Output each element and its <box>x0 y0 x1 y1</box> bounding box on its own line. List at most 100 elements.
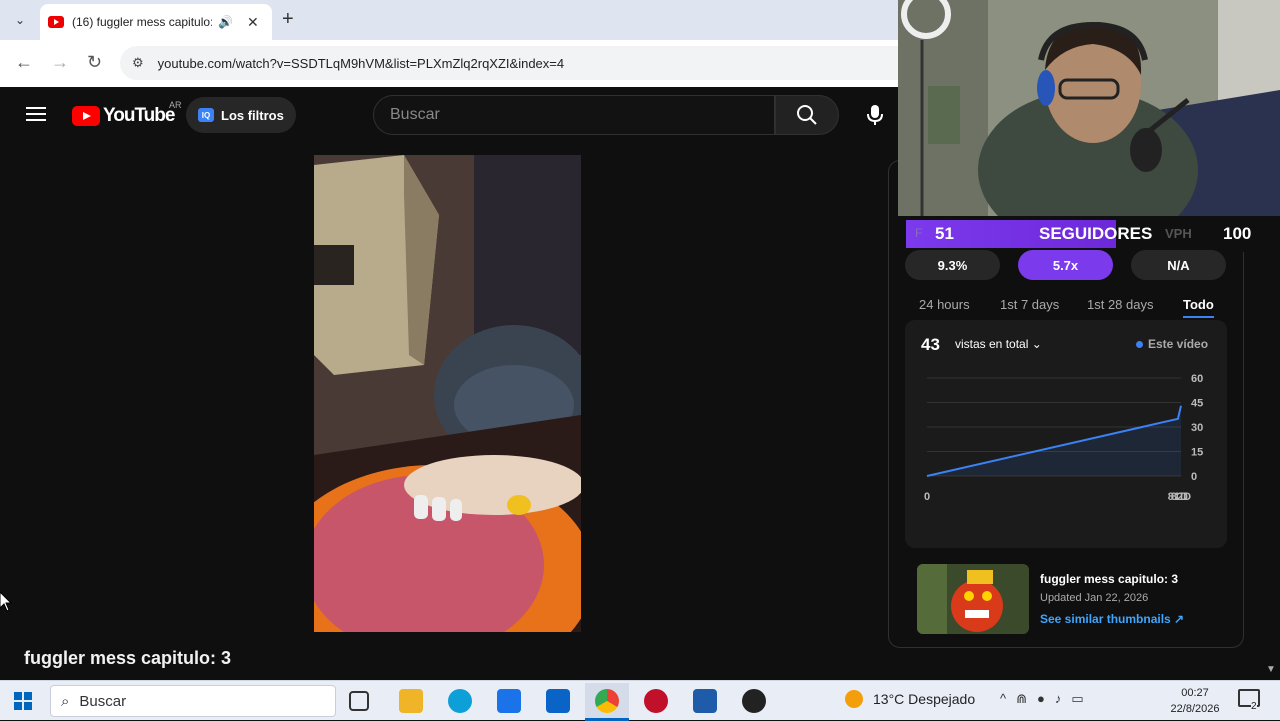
series-area <box>927 406 1181 476</box>
y-tick-label: 60 <box>1191 373 1203 385</box>
menu-icon[interactable] <box>26 107 46 121</box>
views-dropdown[interactable]: vistas en total ⌄ <box>955 337 1042 351</box>
taskbar-search-label: Buscar <box>79 693 126 710</box>
reload-icon[interactable]: ↻ <box>87 52 102 73</box>
views-chart-card: 43 vistas en total ⌄ Este vídeo 60 45 30 15… <box>905 320 1227 548</box>
filters-button[interactable]: IQ Los filtros <box>186 97 296 133</box>
address-bar: ← → ↻ ⚙ youtube.com/watch?v=SSDTLqM9hVM&… <box>0 40 900 87</box>
browser-tab[interactable]: (16) fuggler mess capitulo: 3 🔊 ✕ <box>40 4 272 40</box>
youtube-logo[interactable]: YouTube <box>72 105 174 127</box>
voice-search-button[interactable] <box>855 99 895 131</box>
new-tab-button[interactable]: + <box>282 8 294 31</box>
y-tick-label: 15 <box>1191 447 1203 459</box>
search-input[interactable]: Buscar <box>373 95 775 135</box>
webcam-frame <box>898 0 1280 216</box>
related-thumbnail[interactable] <box>917 564 1029 634</box>
legend-dot-icon <box>1136 341 1143 348</box>
youtube-header: YouTube AR IQ Los filtros Buscar <box>0 87 900 143</box>
system-tray[interactable]: ^⋒●♪▭ <box>1000 691 1094 707</box>
webcam-overlay <box>898 0 1280 216</box>
followers-strip: F 51 SEGUIDORES VPH 100 <box>898 216 1280 252</box>
battery-icon[interactable]: ▭ <box>1071 691 1093 706</box>
search-placeholder: Buscar <box>390 106 440 124</box>
stat-chip-na: N/A <box>1131 250 1226 280</box>
close-tab-icon[interactable]: ✕ <box>247 14 259 31</box>
store-icon[interactable] <box>497 689 521 713</box>
video-title: fuggler mess capitulo: 3 <box>24 648 231 669</box>
country-code: AR <box>169 100 182 110</box>
file-explorer-icon[interactable] <box>399 689 423 713</box>
tab-24-hours[interactable]: 24 hours <box>919 297 970 312</box>
views-total: 43 <box>921 335 940 355</box>
windows-taskbar: ⌕ Buscar 13°C Despejado ^⋒●♪▭ 00:27 22/8… <box>0 680 1280 720</box>
notifications-count: 2 <box>1251 701 1257 712</box>
youtube-play-icon <box>72 106 100 126</box>
chevron-down-icon: ⌄ <box>1032 337 1042 351</box>
tab-first-28-days[interactable]: 1st 28 days <box>1087 297 1154 312</box>
clock-time: 00:27 <box>1168 685 1222 701</box>
weather-text: 13°C Despejado <box>873 691 975 707</box>
vph-value: 100 <box>1223 224 1251 244</box>
followers-label: SEGUIDORES <box>1039 224 1152 244</box>
y-tick-label: 30 <box>1191 422 1203 434</box>
search-button[interactable] <box>775 95 839 135</box>
views-dropdown-label: vistas en total <box>955 337 1028 351</box>
clock-date: 22/8/2026 <box>1168 701 1222 717</box>
forward-icon[interactable]: → <box>51 52 69 73</box>
url-field[interactable]: ⚙ youtube.com/watch?v=SSDTLqM9hVM&list=P… <box>120 46 900 80</box>
thumbnail-image <box>917 564 1029 634</box>
volume-icon[interactable]: ♪ <box>1055 691 1072 706</box>
stat-chip-percent: 9.3% <box>905 250 1000 280</box>
outlook-icon[interactable] <box>546 689 570 713</box>
back-icon[interactable]: ← <box>15 52 33 73</box>
filters-label: Los filtros <box>221 108 284 123</box>
mouse-cursor-icon <box>0 592 12 612</box>
y-tick-label: 0 <box>1191 471 1197 483</box>
task-view-icon[interactable] <box>349 691 369 711</box>
mic-tray-icon[interactable]: ● <box>1037 691 1055 706</box>
youtube-wordmark: YouTube <box>103 105 174 127</box>
search-icon <box>796 104 818 126</box>
related-title[interactable]: fuggler mess capitulo: 3 <box>1040 572 1178 586</box>
stat-chip-multiplier: 5.7x <box>1018 250 1113 280</box>
search-icon: ⌕ <box>61 693 69 710</box>
related-updated: Updated Jan 22, 2026 <box>1040 592 1148 604</box>
speaker-icon[interactable]: 🔊 <box>218 15 233 29</box>
windows-start-icon[interactable] <box>14 692 32 710</box>
tab-first-7-days[interactable]: 1st 7 days <box>1000 297 1059 312</box>
weather-icon <box>845 690 863 708</box>
filters-extension-icon: IQ <box>198 108 214 122</box>
video-frame <box>314 155 581 632</box>
vph-label: VPH <box>1165 226 1192 241</box>
site-info-icon[interactable]: ⚙ <box>132 55 144 71</box>
microphone-icon <box>867 104 883 126</box>
x-tick-label: 82D <box>1171 491 1191 503</box>
shield-app-icon[interactable] <box>693 689 717 713</box>
x-tick-label: 0 <box>924 491 930 503</box>
taskbar-search[interactable]: ⌕ Buscar <box>50 685 336 717</box>
tab-title: (16) fuggler mess capitulo: 3 <box>72 15 212 29</box>
followers-count: 51 <box>935 224 954 244</box>
obs-icon[interactable] <box>742 689 766 713</box>
chart-legend: Este vídeo <box>1136 337 1208 351</box>
tab-todo[interactable]: Todo <box>1183 297 1214 318</box>
legend-label: Este vídeo <box>1148 337 1208 351</box>
edge-icon[interactable] <box>448 689 472 713</box>
similar-thumbnails-link[interactable]: See similar thumbnails ↗ <box>1040 612 1184 626</box>
network-icon[interactable]: ⋒ <box>1016 691 1037 706</box>
video-player[interactable] <box>314 155 581 632</box>
views-line-chart: 604530150081D82D <box>905 360 1227 510</box>
scroll-down-icon[interactable]: ▼ <box>1266 664 1276 675</box>
url-text: youtube.com/watch?v=SSDTLqM9hVM&list=PLX… <box>158 56 564 71</box>
weather-widget[interactable]: 13°C Despejado <box>845 690 975 708</box>
strip-letter: F <box>915 226 922 240</box>
tab-search-dropdown[interactable]: ⌄ <box>8 8 32 32</box>
youtube-favicon-icon <box>48 16 64 28</box>
chrome-icon[interactable] <box>595 689 619 713</box>
related-video[interactable]: fuggler mess capitulo: 3 Updated Jan 22,… <box>905 560 1235 638</box>
chevron-up-icon[interactable]: ^ <box>1000 691 1016 706</box>
app-red-icon[interactable] <box>644 689 668 713</box>
y-tick-label: 45 <box>1191 398 1203 410</box>
clock[interactable]: 00:27 22/8/2026 <box>1168 685 1222 717</box>
browser-tab-bar: ⌄ (16) fuggler mess capitulo: 3 🔊 ✕ + <box>0 0 900 40</box>
